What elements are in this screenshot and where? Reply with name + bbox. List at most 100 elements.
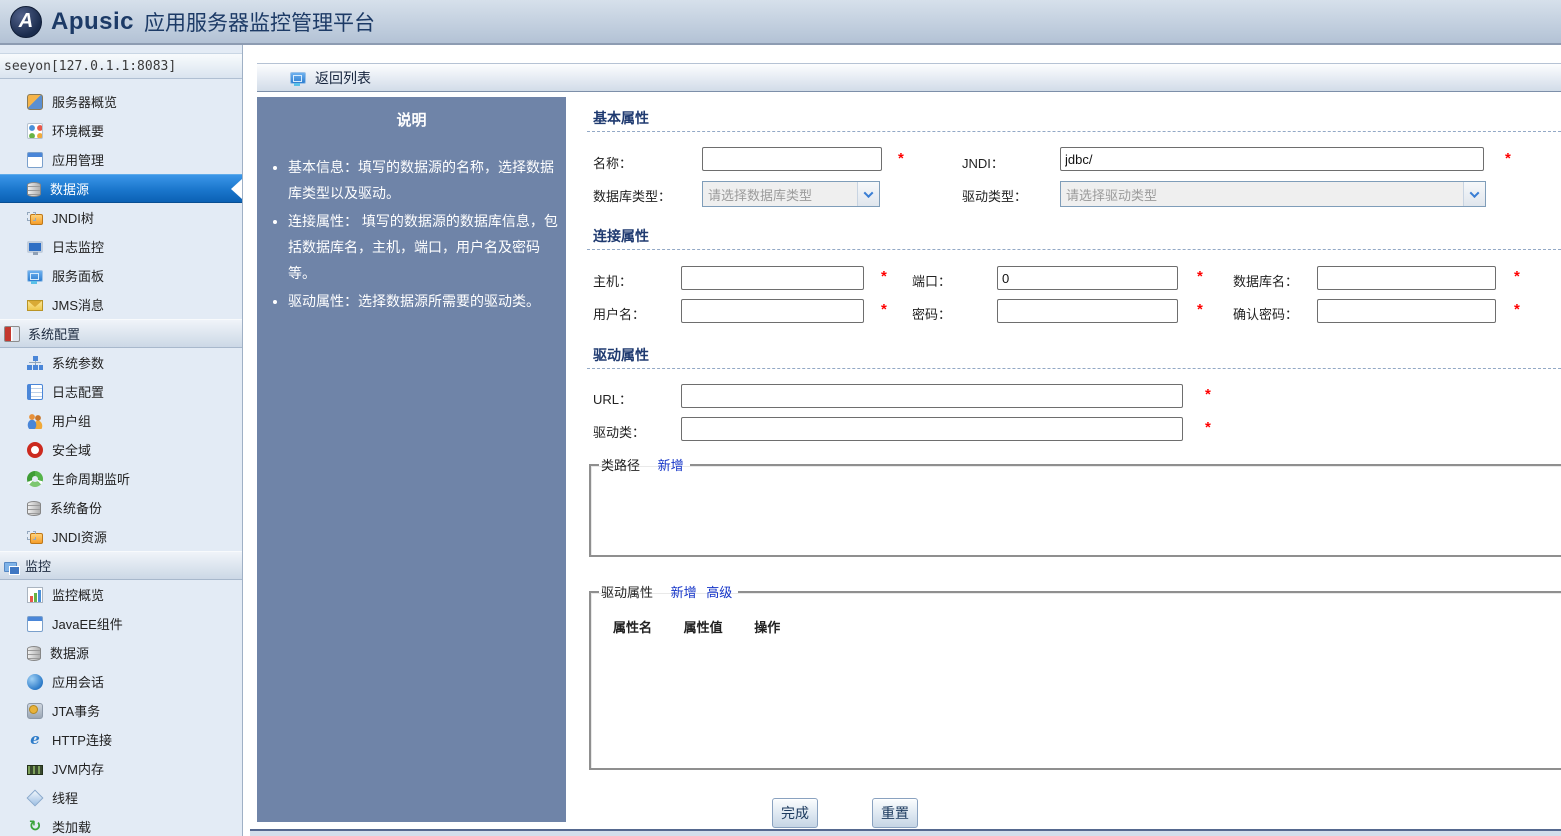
port-input[interactable] <box>997 266 1178 290</box>
finish-button[interactable]: 完成 <box>772 798 818 828</box>
server-overview-icon <box>27 93 43 110</box>
app-header: Apusic 应用服务器监控管理平台 <box>0 0 1561 45</box>
jndi-input[interactable] <box>1060 147 1484 171</box>
sidebar-item-label: 类加载 <box>52 820 92 835</box>
confirm-password-input[interactable] <box>1317 299 1496 323</box>
sidebar-item-jndi-resource[interactable]: JNDI资源 <box>0 522 242 551</box>
help-panel: 说明 基本信息：填写的数据源的名称，选择数据库类型以及驱动。 连接属性： 填写的… <box>257 97 566 822</box>
sidebar-item-label: 日志监控 <box>52 240 105 255</box>
sidebar-item-jms-message[interactable]: JMS消息 <box>0 290 242 319</box>
db-type-select[interactable]: 请选择数据库类型 <box>702 181 880 207</box>
sidebar-item-thread[interactable]: 线程 <box>0 783 242 812</box>
sidebar-item-label: 日志配置 <box>52 385 105 400</box>
url-input[interactable] <box>681 384 1183 408</box>
required-mark: * <box>1514 268 1520 285</box>
db-type-label: 数据库类型： <box>593 189 672 204</box>
url-label: URL： <box>593 392 633 407</box>
host-label: 主机： <box>593 274 633 289</box>
sidebar-item-service-panel[interactable]: 服务面板 <box>0 261 242 290</box>
sidebar-item-label: JNDI树 <box>52 211 94 226</box>
driver-type-label: 驱动类型： <box>962 189 1028 204</box>
backup-icon <box>27 500 41 516</box>
sidebar-item-label: 服务面板 <box>52 269 105 284</box>
classpath-legend: 类路径 新增 <box>599 455 690 474</box>
help-bullet: 基本信息：填写的数据源的名称，选择数据库类型以及驱动。 <box>288 154 558 206</box>
column-prop-name: 属性名 <box>613 620 653 635</box>
thread-icon <box>26 789 44 806</box>
sidebar-item-jta-transaction[interactable]: JTA事务 <box>0 696 242 725</box>
sidebar-item-app-management[interactable]: 应用管理 <box>0 145 242 174</box>
name-input[interactable] <box>702 147 882 171</box>
sidebar-item-app-session[interactable]: 应用会话 <box>0 667 242 696</box>
required-mark: * <box>1205 386 1211 403</box>
sidebar-item-label: 服务器概览 <box>52 95 118 110</box>
logconfig-icon <box>27 383 43 400</box>
sidebar-section-monitoring[interactable]: 监控 <box>0 551 242 580</box>
sidebar-item-datasource-mon[interactable]: 数据源 <box>0 638 242 667</box>
section-connection-title: 连接属性 <box>593 228 649 244</box>
environment-icon <box>27 122 43 139</box>
apusic-console: Apusic 应用服务器监控管理平台 seeyon[127.0.1.1:8083… <box>0 0 1561 836</box>
username-input[interactable] <box>681 299 864 323</box>
password-input[interactable] <box>997 299 1178 323</box>
sidebar-section-system-config[interactable]: 系统配置 <box>0 319 242 348</box>
http-icon <box>27 732 43 748</box>
required-mark: * <box>881 268 887 285</box>
db-type-placeholder: 请选择数据库类型 <box>708 187 813 203</box>
back-to-list-button[interactable]: 返回列表 <box>290 68 371 88</box>
sysparam-icon <box>27 354 43 371</box>
sidebar: seeyon[127.0.1.1:8083] 服务器概览 环境概要 应用管理 数据源 J… <box>0 45 243 836</box>
sidebar-item-log-config[interactable]: 日志配置 <box>0 377 242 406</box>
reset-button[interactable]: 重置 <box>872 798 918 828</box>
driver-type-select[interactable]: 请选择驱动类型 <box>1060 181 1486 207</box>
usergroup-icon <box>27 412 43 429</box>
service-panel-icon <box>27 270 43 284</box>
required-mark: * <box>1197 268 1203 285</box>
sidebar-item-system-params[interactable]: 系统参数 <box>0 348 242 377</box>
chevron-down-icon <box>1463 182 1485 206</box>
jndi-label: JNDI： <box>962 156 1004 171</box>
sidebar-item-security-domain[interactable]: 安全域 <box>0 435 242 464</box>
driver-props-legend-label: 驱动属性 <box>601 585 654 600</box>
sidebar-item-label: 用户组 <box>52 414 92 429</box>
sidebar-item-label: 应用会话 <box>52 675 105 690</box>
sidebar-item-label: JMS消息 <box>52 298 105 313</box>
sidebar-item-label: JavaEE组件 <box>52 617 123 632</box>
sidebar-item-server-overview[interactable]: 服务器概览 <box>0 87 242 116</box>
sidebar-item-label: JVM内存 <box>52 762 105 777</box>
host-input[interactable] <box>681 266 864 290</box>
sidebar-item-datasource[interactable]: 数据源 <box>0 174 242 203</box>
app-management-icon <box>27 151 43 168</box>
sidebar-item-monitor-overview[interactable]: 监控概览 <box>0 580 242 609</box>
sidebar-item-environment[interactable]: 环境概要 <box>0 116 242 145</box>
driver-class-input[interactable] <box>681 417 1183 441</box>
sidebar-item-label: 生命周期监听 <box>52 472 131 487</box>
back-to-list-label: 返回列表 <box>315 69 371 86</box>
driver-props-advanced-link[interactable]: 高级 <box>706 585 732 600</box>
sidebar-item-javaee-component[interactable]: JavaEE组件 <box>0 609 242 638</box>
sidebar-item-jvm-memory[interactable]: JVM内存 <box>0 754 242 783</box>
sidebar-item-class-loading[interactable]: 类加载 <box>0 812 242 836</box>
sidebar-item-jndi-tree[interactable]: JNDI树 <box>0 203 242 232</box>
sidebar-item-label: 系统参数 <box>52 356 105 371</box>
port-label: 端口： <box>912 274 952 289</box>
monitor-group-icon <box>4 561 20 575</box>
sidebar-item-http-connection[interactable]: HTTP连接 <box>0 725 242 754</box>
required-mark: * <box>1505 150 1511 167</box>
javaee-icon <box>27 615 43 632</box>
sidebar-item-label: JNDI资源 <box>52 530 107 545</box>
sidebar-item-log-monitor[interactable]: 日志监控 <box>0 232 242 261</box>
sidebar-item-label: JTA事务 <box>52 704 101 719</box>
driver-props-add-link[interactable]: 新增 <box>671 585 697 600</box>
brand-name: Apusic <box>51 7 135 35</box>
driver-props-table-header: 属性名 属性值 操作 <box>591 601 1561 636</box>
classpath-add-link[interactable]: 新增 <box>658 458 684 473</box>
sidebar-item-lifecycle[interactable]: 生命周期监听 <box>0 464 242 493</box>
sidebar-item-label: 监控概览 <box>52 588 105 603</box>
driver-class-label: 驱动类： <box>593 425 646 440</box>
sidebar-item-user-group[interactable]: 用户组 <box>0 406 242 435</box>
db-name-input[interactable] <box>1317 266 1496 290</box>
help-bullet-list: 基本信息：填写的数据源的名称，选择数据库类型以及驱动。 连接属性： 填写的数据源… <box>273 154 558 314</box>
jta-icon <box>27 702 43 719</box>
sidebar-item-system-backup[interactable]: 系统备份 <box>0 493 242 522</box>
